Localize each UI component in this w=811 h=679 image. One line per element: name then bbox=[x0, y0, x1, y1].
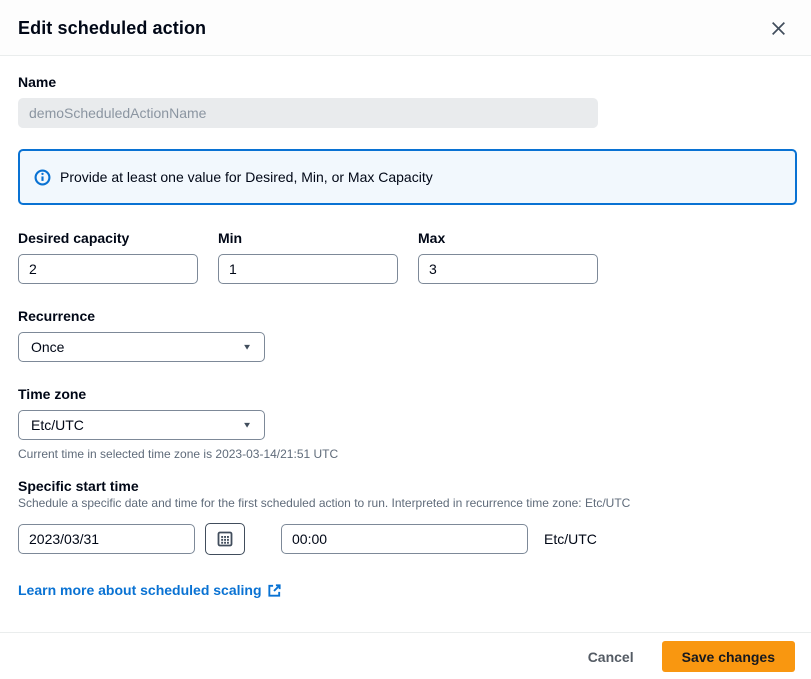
modal-header: Edit scheduled action bbox=[0, 0, 811, 56]
max-capacity-input[interactable] bbox=[418, 254, 598, 284]
min-capacity-input[interactable] bbox=[218, 254, 398, 284]
close-icon bbox=[770, 25, 787, 40]
desired-capacity-input[interactable] bbox=[18, 254, 198, 284]
desired-capacity-label: Desired capacity bbox=[18, 230, 198, 246]
name-label: Name bbox=[18, 74, 797, 90]
max-capacity-field: Max bbox=[418, 230, 598, 284]
chevron-down-icon: ▼ bbox=[242, 343, 252, 352]
start-time-label: Specific start time bbox=[18, 478, 797, 494]
cancel-button[interactable]: Cancel bbox=[572, 644, 650, 670]
info-alert: Provide at least one value for Desired, … bbox=[18, 149, 797, 205]
timezone-field: Time zone Etc/UTC ▼ Current time in sele… bbox=[18, 386, 797, 461]
recurrence-field: Recurrence Once ▼ bbox=[18, 308, 797, 362]
alert-text: Provide at least one value for Desired, … bbox=[60, 169, 433, 185]
capacity-row: Desired capacity Min Max bbox=[18, 230, 797, 284]
timezone-selected-value: Etc/UTC bbox=[31, 417, 84, 433]
name-input bbox=[18, 98, 598, 128]
edit-scheduled-action-modal: Edit scheduled action Name Provide at le… bbox=[0, 0, 811, 679]
recurrence-label: Recurrence bbox=[18, 308, 797, 324]
timezone-helper-text: Current time in selected time zone is 20… bbox=[18, 447, 797, 461]
start-time-field: Specific start time Schedule a specific … bbox=[18, 478, 797, 555]
external-link-icon bbox=[267, 583, 282, 598]
desired-capacity-field: Desired capacity bbox=[18, 230, 198, 284]
chevron-down-icon: ▼ bbox=[242, 421, 252, 430]
datetime-row: Etc/UTC bbox=[18, 523, 797, 555]
learn-more-link-text: Learn more about scheduled scaling bbox=[18, 582, 262, 598]
start-time-input[interactable] bbox=[281, 524, 528, 554]
calendar-button[interactable] bbox=[205, 523, 245, 555]
timezone-select[interactable]: Etc/UTC ▼ bbox=[18, 410, 265, 440]
info-icon bbox=[34, 169, 51, 186]
start-date-input[interactable] bbox=[18, 524, 195, 554]
recurrence-select[interactable]: Once ▼ bbox=[18, 332, 265, 362]
recurrence-selected-value: Once bbox=[31, 339, 64, 355]
save-changes-button[interactable]: Save changes bbox=[662, 641, 795, 672]
modal-body: Name Provide at least one value for Desi… bbox=[0, 56, 811, 632]
learn-more-link[interactable]: Learn more about scheduled scaling bbox=[18, 582, 282, 598]
max-capacity-label: Max bbox=[418, 230, 598, 246]
modal-title: Edit scheduled action bbox=[18, 18, 206, 39]
close-button[interactable] bbox=[766, 16, 791, 41]
learn-more-row: Learn more about scheduled scaling bbox=[18, 582, 797, 598]
min-capacity-label: Min bbox=[218, 230, 398, 246]
timezone-suffix-label: Etc/UTC bbox=[544, 531, 597, 547]
min-capacity-field: Min bbox=[218, 230, 398, 284]
modal-footer: Cancel Save changes bbox=[0, 632, 811, 679]
calendar-icon bbox=[217, 531, 233, 547]
start-time-description: Schedule a specific date and time for th… bbox=[18, 496, 797, 510]
timezone-label: Time zone bbox=[18, 386, 797, 402]
